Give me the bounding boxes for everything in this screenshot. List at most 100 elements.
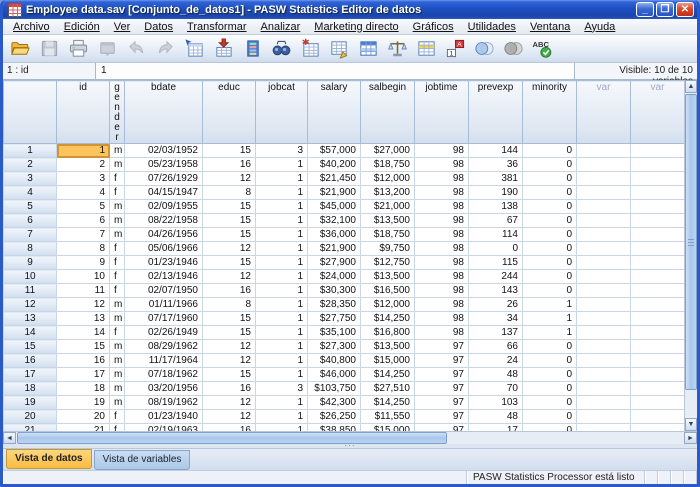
cell-prevexp-row10[interactable]: 244 [469,270,523,284]
cell-minority-row20[interactable]: 0 [523,410,577,424]
menu-graficos[interactable]: Gráficos [406,21,461,33]
column-header-var-1[interactable]: var [577,81,631,144]
title-bar[interactable]: Employee data.sav [Conjunto_de_datos1] -… [3,0,697,19]
cell-id-row10[interactable]: 10 [57,270,110,284]
cell-var2-row3[interactable] [631,172,685,186]
cell-jobtime-row8[interactable]: 98 [415,242,469,256]
row-header-18[interactable]: 18 [4,382,57,396]
cell-salbegin-row6[interactable]: $13,500 [361,214,415,228]
cell-var1-row16[interactable] [577,354,631,368]
cell-minority-row7[interactable]: 0 [523,228,577,242]
maximize-button[interactable]: ❐ [656,2,674,17]
cell-minority-row10[interactable]: 0 [523,270,577,284]
row-header-1[interactable]: 1 [4,144,57,158]
cell-id-row3[interactable]: 3 [57,172,110,186]
row-header-13[interactable]: 13 [4,312,57,326]
cell-gender-row5[interactable]: m [110,200,125,214]
cell-salbegin-row21[interactable]: $15,000 [361,424,415,432]
cell-minority-row2[interactable]: 0 [523,158,577,172]
cell-minority-row5[interactable]: 0 [523,200,577,214]
cell-gender-row18[interactable]: m [110,382,125,396]
cell-prevexp-row21[interactable]: 17 [469,424,523,432]
cell-bdate-row6[interactable]: 08/22/1958 [125,214,203,228]
cell-jobtime-row3[interactable]: 98 [415,172,469,186]
cell-jobtime-row20[interactable]: 97 [415,410,469,424]
cell-prevexp-row3[interactable]: 381 [469,172,523,186]
cell-gender-row20[interactable]: f [110,410,125,424]
horizontal-scroll-thumb[interactable] [17,432,447,444]
cell-var2-row20[interactable] [631,410,685,424]
cell-jobcat-row17[interactable]: 1 [256,368,308,382]
column-header-var-2[interactable]: var [631,81,685,144]
cell-id-row17[interactable]: 17 [57,368,110,382]
cell-minority-row14[interactable]: 1 [523,326,577,340]
cell-salbegin-row3[interactable]: $12,000 [361,172,415,186]
cell-id-row14[interactable]: 14 [57,326,110,340]
cell-prevexp-row18[interactable]: 70 [469,382,523,396]
cell-educ-row21[interactable]: 16 [203,424,256,432]
cell-var1-row13[interactable] [577,312,631,326]
menu-ventana[interactable]: Ventana [523,21,577,33]
cell-bdate-row8[interactable]: 05/06/1966 [125,242,203,256]
scroll-up-arrow-icon[interactable]: ▲ [685,80,697,93]
cell-salary-row1[interactable]: $57,000 [308,144,361,158]
cell-salary-row7[interactable]: $36,000 [308,228,361,242]
row-header-12[interactable]: 12 [4,298,57,312]
cell-educ-row8[interactable]: 12 [203,242,256,256]
cell-id-row5[interactable]: 5 [57,200,110,214]
cell-var1-row8[interactable] [577,242,631,256]
cell-salary-row19[interactable]: $42,300 [308,396,361,410]
cell-jobcat-row5[interactable]: 1 [256,200,308,214]
cell-var2-row12[interactable] [631,298,685,312]
cell-var1-row7[interactable] [577,228,631,242]
cell-educ-row14[interactable]: 15 [203,326,256,340]
cell-jobcat-row16[interactable]: 1 [256,354,308,368]
cell-educ-row7[interactable]: 15 [203,228,256,242]
cell-bdate-row2[interactable]: 05/23/1958 [125,158,203,172]
cell-var2-row6[interactable] [631,214,685,228]
column-header-gender[interactable]: gender [110,81,125,144]
cell-jobtime-row17[interactable]: 97 [415,368,469,382]
cell-gender-row17[interactable]: m [110,368,125,382]
cell-jobtime-row2[interactable]: 98 [415,158,469,172]
cell-educ-row18[interactable]: 16 [203,382,256,396]
cell-var1-row15[interactable] [577,340,631,354]
cell-prevexp-row11[interactable]: 143 [469,284,523,298]
vertical-scroll-thumb[interactable] [685,94,697,390]
menu-utilidades[interactable]: Utilidades [461,21,523,33]
cell-jobtime-row21[interactable]: 97 [415,424,469,432]
cell-educ-row17[interactable]: 15 [203,368,256,382]
cell-var1-row2[interactable] [577,158,631,172]
use-variable-sets-icon[interactable] [471,36,498,61]
cell-gender-row14[interactable]: f [110,326,125,340]
cell-var1-row5[interactable] [577,200,631,214]
cell-salbegin-row5[interactable]: $21,000 [361,200,415,214]
minimize-button[interactable]: _ [636,2,654,17]
cell-salbegin-row14[interactable]: $16,800 [361,326,415,340]
menu-ayuda[interactable]: Ayuda [577,21,622,33]
cell-var2-row11[interactable] [631,284,685,298]
cell-jobtime-row11[interactable]: 98 [415,284,469,298]
cell-jobtime-row12[interactable]: 98 [415,298,469,312]
goto-variable-icon[interactable] [210,36,237,61]
cell-bdate-row17[interactable]: 07/18/1962 [125,368,203,382]
cell-jobtime-row13[interactable]: 98 [415,312,469,326]
cell-educ-row15[interactable]: 12 [203,340,256,354]
cell-id-row11[interactable]: 11 [57,284,110,298]
cell-prevexp-row15[interactable]: 66 [469,340,523,354]
column-header-salary[interactable]: salary [308,81,361,144]
cell-bdate-row16[interactable]: 11/17/1964 [125,354,203,368]
cell-salary-row20[interactable]: $26,250 [308,410,361,424]
cell-salbegin-row17[interactable]: $14,250 [361,368,415,382]
cell-var2-row17[interactable] [631,368,685,382]
cell-id-row4[interactable]: 4 [57,186,110,200]
cell-educ-row19[interactable]: 12 [203,396,256,410]
cell-id-row20[interactable]: 20 [57,410,110,424]
cell-prevexp-row5[interactable]: 138 [469,200,523,214]
cell-prevexp-row1[interactable]: 144 [469,144,523,158]
row-header-8[interactable]: 8 [4,242,57,256]
row-header-7[interactable]: 7 [4,228,57,242]
cell-var2-row2[interactable] [631,158,685,172]
value-labels-icon[interactable]: 1A [442,36,469,61]
cell-bdate-row7[interactable]: 04/26/1956 [125,228,203,242]
